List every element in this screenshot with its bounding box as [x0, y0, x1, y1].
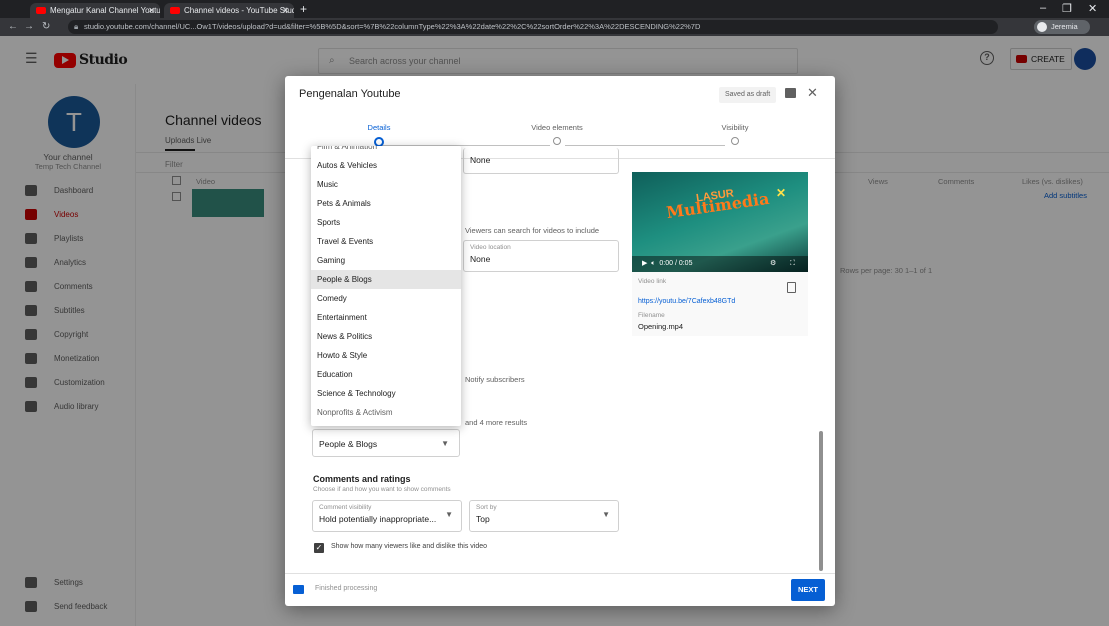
- time-display: 0:00 / 0:05: [659, 260, 693, 267]
- category-option[interactable]: Science & Technology: [311, 384, 461, 403]
- dialog-title: Pengenalan Youtube: [299, 88, 401, 100]
- filename-label: Filename: [638, 312, 665, 319]
- profile-name: Jeremia: [1051, 22, 1078, 31]
- video-preview-card: LASUR Multimedia ✕ ▶ 🔈︎ 0:00 / 0:05 ⚙ ⛶ …: [632, 172, 808, 336]
- playlist-field[interactable]: None: [463, 148, 619, 174]
- volume-icon[interactable]: 🔈︎: [651, 260, 655, 267]
- category-option-selected[interactable]: People & Blogs: [311, 270, 461, 289]
- address-bar: ← → ↻ 🔒︎ studio.youtube.com/channel/UC..…: [0, 18, 1109, 36]
- comments-section-title: Comments and ratings: [313, 474, 411, 484]
- filename-value: Opening.mp4: [638, 322, 684, 331]
- youtube-favicon-icon: [170, 7, 180, 14]
- close-tab-icon[interactable]: ✕: [282, 3, 289, 18]
- category-option[interactable]: Howto & Style: [311, 346, 461, 365]
- dropdown-arrow-icon: ▼: [445, 510, 453, 519]
- step-label: Visibility: [721, 123, 749, 132]
- dialog-footer: Finished processing NEXT: [285, 573, 835, 606]
- url-text: studio.youtube.com/channel/UC...Ow1T/vid…: [84, 22, 701, 31]
- category-option[interactable]: Film & Animation: [311, 146, 461, 156]
- next-button[interactable]: NEXT: [791, 579, 825, 601]
- category-dropdown-menu: Film & Animation Autos & Vehicles Music …: [311, 146, 461, 426]
- upload-dialog: Pengenalan Youtube Saved as draft ✕ Deta…: [285, 76, 835, 606]
- category-option[interactable]: Music: [311, 175, 461, 194]
- settings-gear-icon[interactable]: ⚙: [770, 256, 776, 272]
- video-preview-player[interactable]: LASUR Multimedia ✕ ▶ 🔈︎ 0:00 / 0:05 ⚙ ⛶: [632, 172, 808, 272]
- forward-icon[interactable]: →: [24, 21, 34, 32]
- profile-button[interactable]: Jeremia: [1034, 20, 1090, 34]
- youtube-favicon-icon: [36, 7, 46, 14]
- reload-icon[interactable]: ↻: [42, 21, 50, 32]
- category-option[interactable]: Travel & Events: [311, 232, 461, 251]
- category-value: People & Blogs: [319, 439, 378, 449]
- new-tab-button[interactable]: +: [300, 2, 307, 16]
- category-option[interactable]: Nonprofits & Activism: [311, 403, 461, 422]
- category-option[interactable]: Entertainment: [311, 308, 461, 327]
- back-icon[interactable]: ←: [8, 21, 18, 32]
- step-details[interactable]: Details: [319, 123, 439, 147]
- saved-status-chip: Saved as draft: [719, 87, 777, 103]
- player-controls[interactable]: ▶ 🔈︎ 0:00 / 0:05 ⚙ ⛶: [632, 256, 808, 272]
- dropdown-arrow-icon: ▼: [602, 510, 610, 519]
- category-option[interactable]: Sports: [311, 213, 461, 232]
- step-indicator-icon: [553, 137, 561, 145]
- category-select[interactable]: People & Blogs ▼: [312, 429, 460, 457]
- notify-subscribers-text: Notify subscribers: [465, 375, 525, 384]
- browser-tab[interactable]: Mengatur Kanal Channel Youtube - Yo ✕: [30, 3, 160, 18]
- lock-icon: 🔒︎: [74, 22, 79, 31]
- minimize-button[interactable]: –: [1040, 2, 1046, 14]
- tab-title: Mengatur Kanal Channel Youtube - Yo: [50, 6, 160, 15]
- step-video-elements[interactable]: Video elements: [497, 123, 617, 145]
- play-icon[interactable]: ▶: [642, 260, 647, 267]
- report-icon[interactable]: [785, 88, 796, 98]
- stepper-line: [565, 145, 725, 146]
- step-indicator-icon: [731, 137, 739, 145]
- video-location-field[interactable]: Video location None: [463, 240, 619, 272]
- scrollbar-thumb[interactable]: [819, 431, 823, 571]
- more-results-text: and 4 more results: [465, 418, 528, 427]
- comments-section-subtitle: Choose if and how you want to show comme…: [313, 486, 451, 493]
- category-option[interactable]: News & Politics: [311, 327, 461, 346]
- category-option[interactable]: Autos & Vehicles: [311, 156, 461, 175]
- category-option[interactable]: Education: [311, 365, 461, 384]
- profile-avatar-icon: [1037, 22, 1047, 32]
- star-icon: ✕: [776, 186, 787, 200]
- ratings-checkbox[interactable]: ✓: [314, 543, 324, 553]
- close-tab-icon[interactable]: ✕: [148, 3, 155, 18]
- step-label: Details: [367, 123, 391, 132]
- url-field[interactable]: 🔒︎ studio.youtube.com/channel/UC...Ow1T/…: [68, 20, 998, 34]
- dropdown-arrow-icon: ▼: [441, 439, 449, 448]
- sort-by-select[interactable]: Sort by Top ▼: [469, 500, 619, 532]
- video-link-label: Video link: [638, 278, 667, 285]
- window-close-button[interactable]: ✕: [1088, 2, 1097, 15]
- step-visibility[interactable]: Visibility: [675, 123, 795, 145]
- close-icon[interactable]: ✕: [807, 85, 818, 101]
- video-link[interactable]: https://youtu.be/7Cafexb48GTd: [638, 298, 735, 305]
- processing-status-icon: [293, 585, 304, 594]
- fullscreen-icon[interactable]: ⛶: [790, 256, 795, 272]
- comment-visibility-select[interactable]: Comment visibility Hold potentially inap…: [312, 500, 462, 532]
- ratings-checkbox-label: Show how many viewers like and dislike t…: [331, 543, 488, 550]
- step-label: Video elements: [531, 123, 583, 132]
- restore-button[interactable]: ❐: [1062, 2, 1072, 15]
- copy-icon[interactable]: [787, 282, 796, 293]
- browser-tab-active[interactable]: Channel videos - YouTube Studio ✕: [164, 3, 294, 18]
- category-option[interactable]: Gaming: [311, 251, 461, 270]
- license-hint: Viewers can search for videos to include: [465, 226, 600, 235]
- browser-tab-strip: Mengatur Kanal Channel Youtube - Yo ✕ Ch…: [0, 0, 1109, 18]
- category-option[interactable]: Comedy: [311, 289, 461, 308]
- tab-title: Channel videos - YouTube Studio: [184, 6, 294, 15]
- category-option[interactable]: Pets & Animals: [311, 194, 461, 213]
- processing-status-text: Finished processing: [315, 585, 378, 592]
